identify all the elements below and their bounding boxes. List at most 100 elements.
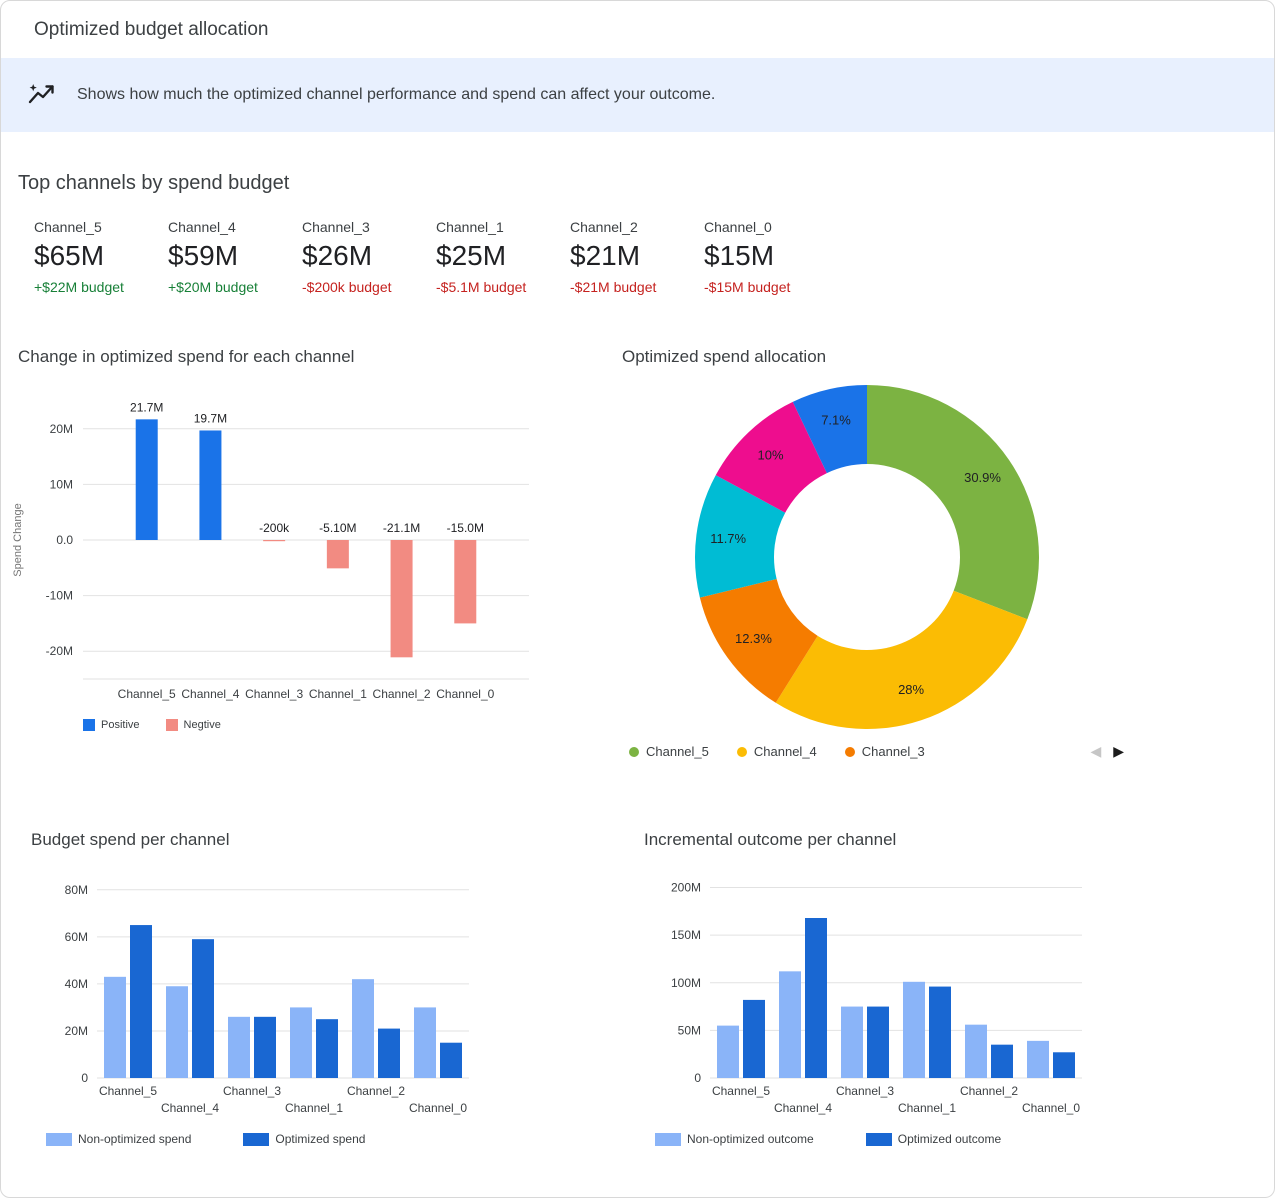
- legend-label: Channel_4: [754, 744, 817, 759]
- y-tick-label: 0: [694, 1071, 701, 1085]
- legend-label: Negtive: [184, 719, 221, 731]
- top-channels-title: Top channels by spend budget: [18, 172, 1274, 195]
- bar-optimized-channel_5[interactable]: [743, 1000, 765, 1078]
- legend-label: Non-optimized spend: [78, 1132, 191, 1146]
- legend-swatch: [655, 1133, 681, 1146]
- bar-nonoptimized-channel_1[interactable]: [290, 1007, 312, 1078]
- bar-optimized-channel_4[interactable]: [192, 939, 214, 1078]
- y-tick-label: 10M: [50, 477, 73, 491]
- legend-prev-button[interactable]: ◀: [1090, 743, 1101, 760]
- charts-row-1: Change in optimized spend for each chann…: [1, 347, 1274, 760]
- x-tick-label: Channel_4: [181, 687, 239, 701]
- report-titlebar: Optimized budget allocation: [1, 1, 1274, 58]
- info-banner: Shows how much the optimized channel per…: [1, 58, 1274, 132]
- legend-swatch: [46, 1133, 72, 1146]
- bar-optimized-channel_3[interactable]: [867, 1007, 889, 1078]
- channel-card-channel_3: Channel_3 $26M -$200k budget: [302, 219, 436, 295]
- bar-channel_5[interactable]: [136, 419, 158, 540]
- channel-card-channel_4: Channel_4$59M+$20M budget: [168, 219, 302, 295]
- spend-change-legend: PositiveNegtive: [83, 719, 605, 731]
- bar-optimized-channel_4[interactable]: [805, 918, 827, 1078]
- channel-budget-delta: -$200k budget: [302, 279, 436, 295]
- budget-spend-legend: Non-optimized spend Optimized spend: [46, 1132, 605, 1146]
- bar-nonoptimized-channel_4[interactable]: [166, 986, 188, 1078]
- x-tick-label: Channel_2: [373, 687, 431, 701]
- budget-spend-chart-canvas: 020M40M60M80MChannel_5Channel_4Channel_3…: [31, 862, 551, 1118]
- top-channels-section: Top channels by spend budget Channel_5$6…: [1, 172, 1274, 295]
- page-title: Optimized budget allocation: [34, 19, 268, 41]
- legend-label: Optimized spend: [275, 1132, 365, 1146]
- bar-optimized-channel_2[interactable]: [991, 1045, 1013, 1078]
- x-tick-label: Channel_0: [436, 687, 494, 701]
- bar-nonoptimized-channel_3[interactable]: [228, 1017, 250, 1078]
- y-tick-label: 80M: [65, 883, 88, 897]
- bar-channel_0[interactable]: [454, 540, 476, 623]
- legend-dot: [737, 747, 747, 757]
- pie-slice-label: 10%: [758, 448, 784, 463]
- incremental-outcome-section: Incremental outcome per channel 050M100M…: [605, 830, 1274, 1146]
- bar-optimized-channel_5[interactable]: [130, 925, 152, 1078]
- channel-name: Channel_2: [570, 219, 704, 235]
- y-tick-label: 100M: [671, 976, 701, 990]
- y-tick-label: 0: [81, 1071, 88, 1085]
- bar-channel_2[interactable]: [391, 540, 413, 657]
- optimized-budget-allocation-report: Optimized budget allocation Shows how mu…: [0, 0, 1275, 1198]
- budget-spend-title: Budget spend per channel: [31, 830, 605, 850]
- y-tick-label: 60M: [65, 930, 88, 944]
- y-tick-label: 150M: [671, 928, 701, 942]
- pie-slice-channel_4[interactable]: [776, 591, 1028, 729]
- channel-card-channel_5: Channel_5$65M+$22M budget: [34, 219, 168, 295]
- bar-nonoptimized-channel_4[interactable]: [779, 971, 801, 1078]
- pie-slice-label: 12.3%: [735, 631, 772, 646]
- legend-item-channel_4: Channel_4: [737, 744, 817, 759]
- channel-name: Channel_1: [436, 219, 570, 235]
- bar-nonoptimized-channel_5[interactable]: [717, 1026, 739, 1078]
- bar-nonoptimized-channel_0[interactable]: [1027, 1041, 1049, 1078]
- legend-item-negtive: Negtive: [166, 719, 221, 731]
- channel-budget-delta: -$21M budget: [570, 279, 704, 295]
- pie-slice-label: 30.9%: [964, 470, 1001, 485]
- bar-channel_1[interactable]: [327, 540, 349, 568]
- bar-nonoptimized-channel_2[interactable]: [965, 1025, 987, 1078]
- bar-optimized-channel_3[interactable]: [254, 1017, 276, 1078]
- bar-nonoptimized-channel_5[interactable]: [104, 977, 126, 1078]
- channel-spend-value: $15M: [704, 240, 838, 272]
- bar-channel_4[interactable]: [199, 430, 221, 540]
- legend-item-channel_3: Channel_3: [845, 744, 925, 759]
- bar-optimized-channel_0[interactable]: [440, 1043, 462, 1078]
- channel-card-channel_0: Channel_0$15M-$15M budget: [704, 219, 838, 295]
- legend-item-optimized-spend: Optimized spend: [243, 1132, 365, 1146]
- bar-nonoptimized-channel_2[interactable]: [352, 979, 374, 1078]
- y-tick-label: 40M: [65, 977, 88, 991]
- bar-value-label: 19.7M: [194, 411, 227, 425]
- x-tick-label: Channel_1: [898, 1101, 956, 1115]
- bar-nonoptimized-channel_1[interactable]: [903, 982, 925, 1078]
- legend-item-channel_5: Channel_5: [629, 744, 709, 759]
- bar-optimized-channel_2[interactable]: [378, 1029, 400, 1078]
- pie-slice-label: 11.7%: [710, 531, 746, 546]
- spend-allocation-chart-canvas: 30.9%28%12.3%11.7%10%7.1%: [622, 379, 1122, 735]
- bar-optimized-channel_0[interactable]: [1053, 1052, 1075, 1078]
- incremental-outcome-title: Incremental outcome per channel: [644, 830, 1274, 850]
- y-tick-label: 20M: [65, 1024, 88, 1038]
- y-tick-label: 200M: [671, 881, 701, 895]
- bar-optimized-channel_1[interactable]: [929, 987, 951, 1078]
- legend-item-non-optimized-spend: Non-optimized spend: [46, 1132, 191, 1146]
- y-tick-label: 20M: [50, 422, 73, 436]
- charts-row-2: Budget spend per channel 0 20M 40M 60M 80M Ch…: [1, 830, 1274, 1146]
- legend-next-button[interactable]: ▶: [1113, 743, 1124, 760]
- x-tick-label: Channel_2: [960, 1084, 1018, 1098]
- channel-spend-value: $26M: [302, 240, 436, 272]
- bar-channel_3[interactable]: [263, 540, 285, 541]
- channel-name: Channel_3: [302, 219, 436, 235]
- channel-spend-value: $65M: [34, 240, 168, 272]
- pie-slice-channel_5[interactable]: [867, 385, 1039, 619]
- incremental-outcome-legend: Non-optimized outcomeOptimized outcome: [655, 1132, 1274, 1146]
- bar-optimized-channel_1[interactable]: [316, 1019, 338, 1078]
- legend-pager: ◀ ▶: [1090, 743, 1124, 760]
- legend-dot: [845, 747, 855, 757]
- bar-value-label: -200k: [259, 521, 290, 535]
- bar-nonoptimized-channel_3[interactable]: [841, 1007, 863, 1078]
- bar-nonoptimized-channel_0[interactable]: [414, 1007, 436, 1078]
- legend-label: Channel_3: [862, 744, 925, 759]
